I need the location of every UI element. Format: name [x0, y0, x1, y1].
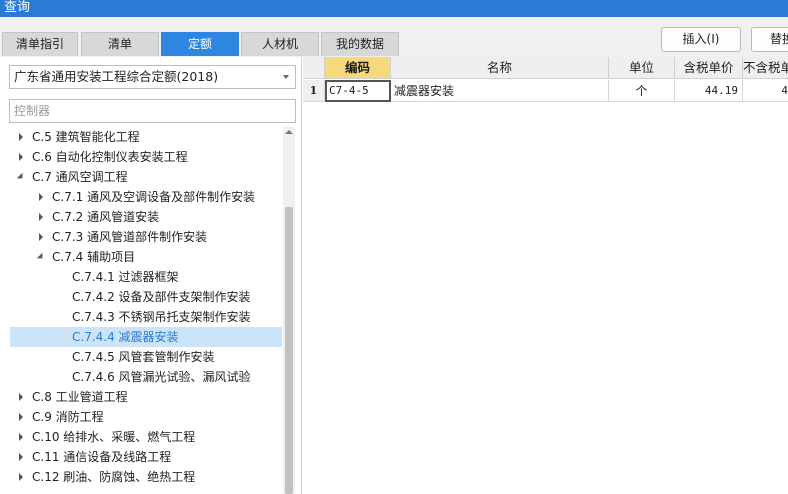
tree-node[interactable]: C.7.4.5 风管套管制作安装 — [10, 347, 282, 367]
quota-result-grid: 编码 名称 单位 含税单价 不含税单 1 C7-4-5 减震器安装 个 44.1… — [303, 57, 788, 494]
collapse-arrow-icon[interactable] — [36, 247, 46, 267]
tree-node-label: C.7.4.5 风管套管制作安装 — [72, 350, 215, 364]
expand-arrow-icon[interactable] — [16, 407, 26, 427]
scroll-up-arrow-icon[interactable] — [285, 130, 293, 134]
tab-my-data[interactable]: 我的数据 — [321, 32, 399, 56]
tree-node[interactable]: C.7.2 通风管道安装 — [10, 207, 282, 227]
row-number-header — [303, 57, 325, 79]
tab-bill[interactable]: 清单 — [81, 32, 159, 56]
tree-node-label: C.7.4.6 风管漏光试验、漏风试验 — [72, 370, 251, 384]
cell-unit[interactable]: 个 — [609, 80, 675, 102]
cell-price-notax[interactable]: 4 — [743, 80, 788, 102]
tree-node-selected[interactable]: C.7.4.4 减震器安装 — [10, 327, 282, 347]
column-header-code[interactable]: 编码 — [325, 57, 391, 79]
row-number[interactable]: 1 — [303, 80, 325, 102]
tab-bill-guide[interactable]: 清单指引 — [2, 32, 78, 56]
tree-node-label: C.10 给排水、采暖、燃气工程 — [32, 430, 196, 444]
tree-node-label: C.7.2 通风管道安装 — [52, 210, 160, 224]
tree-node[interactable]: C.7.4 辅助项目 — [10, 247, 282, 267]
column-header-unit[interactable]: 单位 — [609, 57, 675, 79]
tree-node[interactable]: C.7.4.1 过滤器框架 — [10, 267, 282, 287]
tree-node[interactable]: C.10 给排水、采暖、燃气工程 — [10, 427, 282, 447]
chevron-down-icon — [283, 75, 289, 79]
expand-arrow-icon[interactable] — [16, 387, 26, 407]
expand-arrow-icon[interactable] — [16, 467, 26, 487]
tree-node-label: C.7.1 通风及空调设备及部件制作安装 — [52, 190, 256, 204]
column-header-price-notax[interactable]: 不含税单 — [743, 57, 788, 79]
tree-node-label: C.7.4.1 过滤器框架 — [72, 270, 179, 284]
tree-node[interactable]: C.8 工业管道工程 — [10, 387, 282, 407]
cell-price-tax[interactable]: 44.19 — [675, 80, 743, 102]
replace-button[interactable]: 替换 — [751, 27, 788, 52]
tree-node-label: C.7 通风空调工程 — [32, 170, 128, 184]
window-title: 查询 — [4, 0, 31, 15]
quota-library-selected-label: 广东省通用安装工程综合定额(2018) — [14, 69, 219, 84]
cell-code[interactable]: C7-4-5 — [325, 80, 391, 102]
tree-node[interactable]: C.7 通风空调工程 — [10, 167, 282, 187]
tree-node-label: C.11 通信设备及线路工程 — [32, 450, 172, 464]
quota-library-select[interactable]: 广东省通用安装工程综合定额(2018) — [9, 65, 296, 89]
tree-node[interactable]: C.9 消防工程 — [10, 407, 282, 427]
tree-node-label: C.5 建筑智能化工程 — [32, 130, 140, 144]
tree-node[interactable]: C.5 建筑智能化工程 — [10, 127, 282, 147]
quota-library-panel: 广东省通用安装工程综合定额(2018) C.5 建筑智能化工程 C.6 自动化控… — [0, 57, 302, 494]
tree-node[interactable]: C.7.4.6 风管漏光试验、漏风试验 — [10, 367, 282, 387]
tree-node-label: C.9 消防工程 — [32, 410, 104, 424]
tree-node-label: C.12 刷油、防腐蚀、绝热工程 — [32, 470, 196, 484]
tab-strip: 清单指引 清单 定额 人材机 我的数据 插入(I) 替换 — [0, 17, 788, 57]
tree-node[interactable]: C.11 通信设备及线路工程 — [10, 447, 282, 467]
window-title-bar: 查询 — [0, 0, 788, 17]
cell-name[interactable]: 减震器安装 — [391, 80, 609, 102]
tree-node[interactable]: C.7.1 通风及空调设备及部件制作安装 — [10, 187, 282, 207]
expand-arrow-icon[interactable] — [36, 207, 46, 227]
tree-node-label: C.7.3 通风管道部件制作安装 — [52, 230, 208, 244]
tree-scrollbar[interactable] — [283, 127, 295, 494]
tree-node-label: C.8 工业管道工程 — [32, 390, 128, 404]
tree-node-label: C.7.4.2 设备及部件支架制作安装 — [72, 290, 251, 304]
expand-arrow-icon[interactable] — [36, 187, 46, 207]
collapse-arrow-icon[interactable] — [16, 167, 26, 187]
tree-node[interactable]: C.7.3 通风管道部件制作安装 — [10, 227, 282, 247]
tab-labor-material-machine[interactable]: 人材机 — [241, 32, 319, 56]
tree-node-label: C.7.4 辅助项目 — [52, 250, 136, 264]
expand-arrow-icon[interactable] — [16, 427, 26, 447]
tree-search-input[interactable] — [9, 99, 296, 123]
tree-node-label: C.7.4.4 减震器安装 — [72, 330, 179, 344]
column-header-price-tax[interactable]: 含税单价 — [675, 57, 743, 79]
expand-arrow-icon[interactable] — [16, 447, 26, 467]
tree-node[interactable]: C.7.4.3 不锈钢吊托支架制作安装 — [10, 307, 282, 327]
expand-arrow-icon[interactable] — [16, 147, 26, 167]
column-header-name[interactable]: 名称 — [391, 57, 609, 79]
expand-arrow-icon[interactable] — [36, 227, 46, 247]
quota-chapter-tree: C.5 建筑智能化工程 C.6 自动化控制仪表安装工程 C.7 通风空调工程 C… — [0, 127, 282, 494]
tree-node[interactable]: C.12 刷油、防腐蚀、绝热工程 — [10, 467, 282, 487]
scrollbar-thumb[interactable] — [285, 207, 293, 494]
tree-node[interactable]: C.6 自动化控制仪表安装工程 — [10, 147, 282, 167]
expand-arrow-icon[interactable] — [16, 127, 26, 147]
tree-node[interactable]: C.7.4.2 设备及部件支架制作安装 — [10, 287, 282, 307]
tree-node-label: C.6 自动化控制仪表安装工程 — [32, 150, 188, 164]
tree-node-label: C.7.4.3 不锈钢吊托支架制作安装 — [72, 310, 251, 324]
insert-button[interactable]: 插入(I) — [661, 27, 741, 52]
tab-quota[interactable]: 定额 — [161, 32, 239, 56]
